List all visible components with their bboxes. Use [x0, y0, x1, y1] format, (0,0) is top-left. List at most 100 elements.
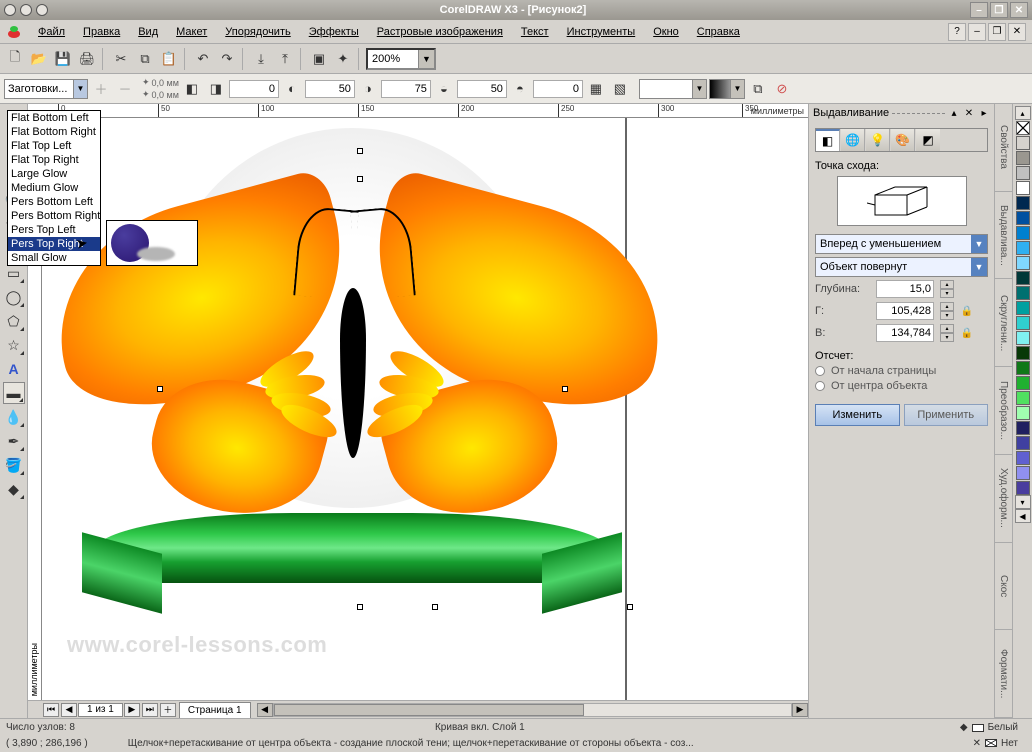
app-icon[interactable]	[6, 24, 22, 40]
stretch-field[interactable]: 50	[457, 80, 507, 98]
export-icon[interactable]: ⤒	[274, 48, 296, 70]
color-swatch[interactable]	[1016, 346, 1030, 360]
v-field[interactable]: 134,784	[876, 324, 934, 342]
shapes-tool-icon[interactable]: ☆	[3, 334, 25, 356]
color-swatch[interactable]	[1016, 421, 1030, 435]
color-swatch[interactable]	[1016, 406, 1030, 420]
canvas[interactable]: www.corel-lessons.com	[42, 118, 808, 700]
selection-handle[interactable]	[357, 176, 363, 182]
ruler-horizontal[interactable]: 0 50 100 150 200 250 300 350 миллиметры	[28, 104, 808, 118]
menu-effects[interactable]: Эффекты	[301, 24, 367, 40]
h-field[interactable]: 105,428	[876, 302, 934, 320]
menu-bitmaps[interactable]: Растровые изображения	[369, 24, 511, 40]
selection-handle[interactable]	[357, 148, 363, 154]
color-swatch[interactable]	[1016, 481, 1030, 495]
menu-tools[interactable]: Инструменты	[559, 24, 644, 40]
lock-icon[interactable]: 🔒	[960, 304, 974, 318]
text-tool-icon[interactable]: A	[3, 358, 25, 380]
copy-props-icon[interactable]: ⧉	[747, 78, 769, 100]
print-icon[interactable]: 🖨	[76, 48, 98, 70]
color-swatch[interactable]	[1016, 286, 1030, 300]
cut-icon[interactable]: ✂	[110, 48, 132, 70]
hscroll-track[interactable]	[273, 703, 792, 717]
minimize-button[interactable]: –	[970, 2, 988, 18]
color-swatch[interactable]	[1016, 256, 1030, 270]
chevron-down-icon[interactable]: ▼	[418, 50, 434, 68]
color-swatch[interactable]	[1016, 136, 1030, 150]
preset-dropdown[interactable]: Заготовки... ▼	[4, 79, 88, 99]
apply-button[interactable]: Применить	[904, 404, 989, 426]
docker-tab[interactable]: Формати...	[995, 630, 1012, 718]
color-swatch[interactable]	[1016, 451, 1030, 465]
color-swatch[interactable]	[1016, 436, 1030, 450]
paste-icon[interactable]: 📋	[158, 48, 180, 70]
tab-bevel-icon[interactable]: ◩	[916, 129, 940, 151]
sys-btn-2[interactable]	[20, 4, 32, 16]
preset-option[interactable]: Large Glow	[8, 167, 100, 181]
docker-titlebar[interactable]: Выдавливание ▴ ✕ ▸	[809, 104, 994, 122]
close-button[interactable]: ✕	[1010, 2, 1028, 18]
ref-option-page[interactable]: От начала страницы	[815, 365, 988, 377]
preset-option[interactable]: Medium Glow	[8, 181, 100, 195]
tab-color-icon[interactable]: 🎨	[891, 129, 915, 151]
preset-option[interactable]: Small Glow	[8, 251, 100, 265]
chevron-down-icon[interactable]: ▼	[971, 235, 987, 253]
color-swatch[interactable]	[1016, 166, 1030, 180]
docker-tab[interactable]: Скос	[995, 543, 1012, 631]
save-icon[interactable]: 💾	[52, 48, 74, 70]
outline-tool-icon[interactable]: ✒	[3, 430, 25, 452]
shadow-angle-icon[interactable]: ◧	[181, 78, 203, 100]
hscroll-right-icon[interactable]: ▶	[792, 703, 808, 717]
ellipse-tool-icon[interactable]: ◯	[3, 286, 25, 308]
depth-spinner[interactable]: ▴▾	[940, 280, 954, 298]
color-swatch[interactable]	[1016, 211, 1030, 225]
depth-field[interactable]: 15,0	[876, 280, 934, 298]
docker-tab[interactable]: Скруглени...	[995, 279, 1012, 367]
polygon-tool-icon[interactable]: ⬠	[3, 310, 25, 332]
color-swatch[interactable]	[1016, 361, 1030, 375]
menu-window[interactable]: Окно	[645, 24, 687, 40]
tab-light-icon[interactable]: 💡	[866, 129, 890, 151]
corel-online-icon[interactable]: ✦	[332, 48, 354, 70]
color-swatch[interactable]	[1016, 151, 1030, 165]
h-spinner[interactable]: ▴▾	[940, 302, 954, 320]
preset-option[interactable]: Flat Top Left	[8, 139, 100, 153]
color-swatch[interactable]	[1016, 391, 1030, 405]
selection-handle[interactable]	[432, 604, 438, 610]
shadow-color-swatch[interactable]: ▼	[639, 79, 707, 99]
menu-view[interactable]: Вид	[130, 24, 166, 40]
page-prev-icon[interactable]: ◀	[61, 703, 77, 717]
menu-edit[interactable]: Правка	[75, 24, 128, 40]
undo-icon[interactable]: ↶	[192, 48, 214, 70]
docker-tab[interactable]: Выдавлива...	[995, 192, 1012, 280]
vp-lock-dropdown[interactable]: Объект повернут▼	[815, 257, 988, 277]
preset-add-icon[interactable]: ＋	[90, 78, 112, 100]
fill-indicator[interactable]: ◆Белый	[960, 722, 1018, 733]
selection-handle[interactable]	[562, 386, 568, 392]
color-swatch[interactable]	[1016, 226, 1030, 240]
hscroll-thumb[interactable]	[274, 704, 584, 716]
tab-vp-icon[interactable]: ◧	[816, 129, 840, 151]
color-swatch[interactable]	[1016, 196, 1030, 210]
feather-field[interactable]: 50	[305, 80, 355, 98]
menu-help[interactable]: Справка	[689, 24, 748, 40]
docker-menu-icon[interactable]: ▸	[978, 107, 990, 119]
artwork[interactable]: www.corel-lessons.com	[42, 118, 652, 678]
extrude-type-dropdown[interactable]: Вперед с уменьшением▼	[815, 234, 988, 254]
menu-text[interactable]: Текст	[513, 24, 557, 40]
angle-field[interactable]: 0	[229, 80, 279, 98]
preset-remove-icon[interactable]: －	[114, 78, 136, 100]
clear-shadow-icon[interactable]: ⊘	[771, 78, 793, 100]
transparency-op-swatch[interactable]: ▼	[709, 79, 745, 99]
page-next-icon[interactable]: ▶	[124, 703, 140, 717]
selection-handle[interactable]	[627, 604, 633, 610]
open-icon[interactable]: 📂	[28, 48, 50, 70]
docker-close-icon[interactable]: ✕	[963, 107, 975, 119]
palette-flyout-icon[interactable]: ◀	[1015, 509, 1031, 523]
stretch-icon[interactable]: ◒	[433, 78, 455, 100]
page-add-icon[interactable]: ＋	[160, 703, 176, 717]
tab-rotation-icon[interactable]: 🌐	[841, 129, 865, 151]
color-swatch[interactable]	[1016, 271, 1030, 285]
page-tab[interactable]: Страница 1	[179, 702, 251, 718]
no-fill-swatch[interactable]	[1016, 121, 1030, 135]
